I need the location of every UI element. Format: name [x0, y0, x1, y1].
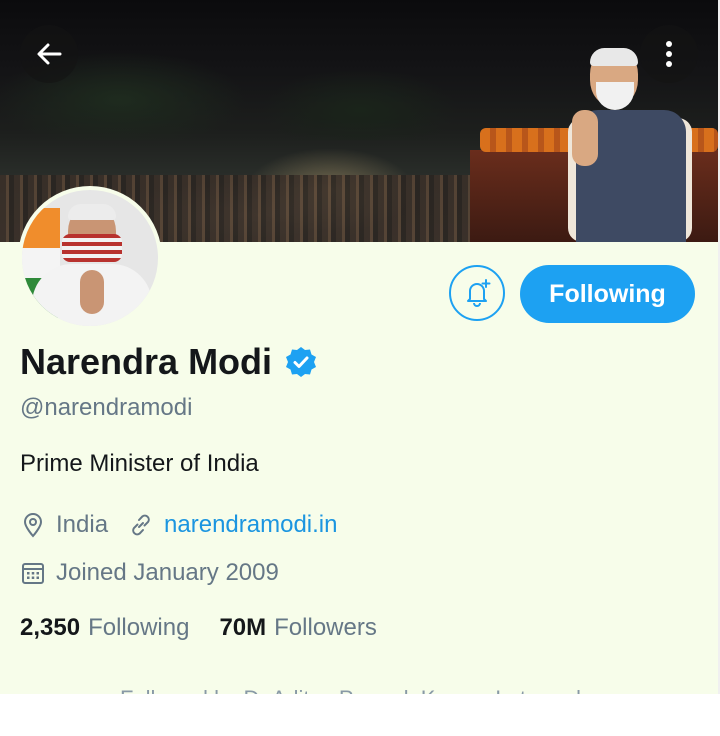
followed-by-text[interactable]: Followed by Dr Aditya Prasad, Kusum Lata…	[120, 686, 599, 694]
profile-page: Following Narendra Modi @narendramodi Pr…	[0, 0, 720, 694]
followers-label: Followers	[274, 614, 377, 641]
avatar[interactable]	[18, 186, 162, 330]
joined-date-text: Joined January 2009	[56, 559, 279, 586]
following-count: 2,350	[20, 614, 81, 641]
calendar-icon	[20, 560, 46, 586]
location-website-row: India narendramodi.in	[20, 508, 337, 542]
location-text: India	[56, 511, 109, 538]
banner-trees	[0, 20, 520, 140]
follow-stats-row: 2,350 Following 70M Followers	[20, 614, 377, 642]
more-vertical-icon	[666, 41, 672, 67]
verified-badge-icon	[284, 345, 318, 379]
profile-bio: Prime Minister of India	[20, 450, 259, 477]
following-stat[interactable]: 2,350 Following	[20, 614, 189, 642]
following-label: Following	[88, 614, 190, 641]
display-name-row: Narendra Modi	[20, 338, 318, 386]
location-pin-icon	[20, 512, 46, 538]
link-icon	[128, 512, 154, 538]
followers-count: 70M	[219, 614, 267, 641]
website-link[interactable]: narendramodi.in	[164, 511, 337, 539]
arrow-left-icon	[37, 43, 62, 65]
back-button[interactable]	[20, 25, 78, 83]
avatar-image	[22, 190, 158, 326]
username-handle: @narendramodi	[20, 394, 193, 421]
more-options-button[interactable]	[640, 25, 698, 83]
joined-row: Joined January 2009	[20, 556, 279, 590]
bell-plus-icon	[467, 279, 491, 307]
following-button[interactable]: Following	[520, 265, 695, 323]
followers-stat[interactable]: 70M Followers	[219, 614, 376, 642]
notifications-button[interactable]	[449, 265, 505, 321]
display-name: Narendra Modi	[20, 341, 273, 382]
